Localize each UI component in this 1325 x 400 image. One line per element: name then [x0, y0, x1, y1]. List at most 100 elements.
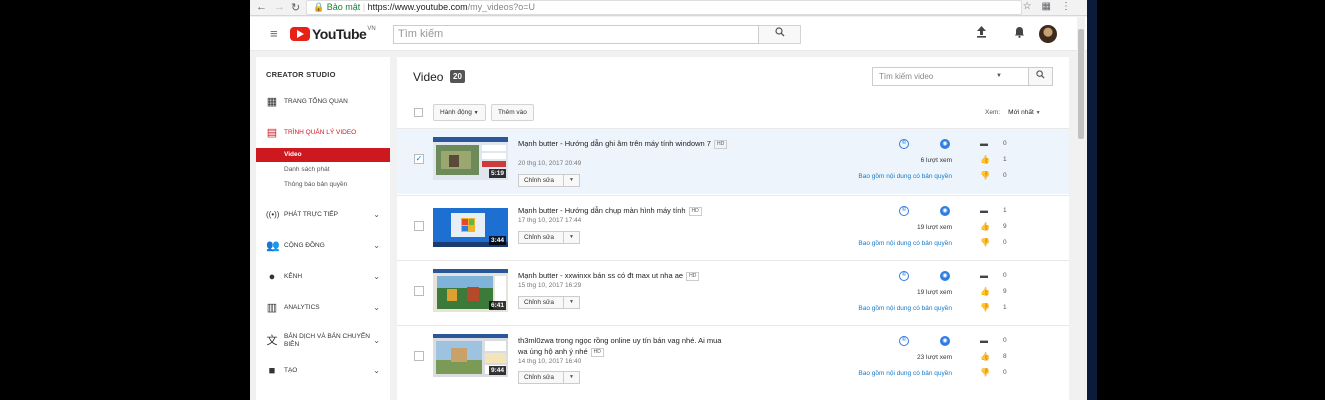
globe-icon[interactable]: ◉ [940, 336, 950, 346]
video-title-link[interactable]: th3ml0zwa trong ngọc rồng online uy tín … [518, 335, 733, 357]
avatar[interactable] [1039, 25, 1057, 43]
globe-icon[interactable]: ◉ [940, 139, 950, 149]
comments-stat: ▬ 0 [980, 139, 1040, 149]
search-button[interactable] [759, 25, 801, 44]
page-scrollbar[interactable] [1077, 17, 1085, 400]
video-title-link[interactable]: Mạnh butter - Hướng dẫn chụp màn hình má… [518, 205, 733, 216]
video-count-badge: 20 [450, 70, 465, 83]
sidebar-item-community[interactable]: 👥 CỘNG ĐỒNG ⌄ [256, 240, 390, 256]
row-checkbox[interactable] [414, 286, 424, 296]
video-thumbnail[interactable]: 6:41 [433, 269, 508, 312]
table-row[interactable]: ✓ 5:19 Mạnh butter - Hướng dẫn ghi âm tr… [397, 128, 1069, 194]
reload-icon[interactable]: ↻ [291, 1, 300, 14]
edit-label: Chỉnh sửa [524, 299, 555, 306]
edit-label: Chỉnh sửa [524, 374, 555, 381]
sidebar-item-analytics[interactable]: ▥ ANALYTICS ⌄ [256, 302, 390, 318]
actions-dropdown[interactable]: Hành động ▼ [433, 104, 486, 121]
add-to-button[interactable]: Thêm vào [491, 104, 534, 121]
caret-down-icon[interactable]: ▼ [563, 297, 579, 308]
address-bar[interactable]: 🔒 Bảo mật | https://www.youtube.com/my_v… [306, 0, 1022, 15]
comment-icon: ▬ [980, 271, 988, 280]
copyright-claim-link[interactable]: Bao gồm nội dung có bản quyền [858, 173, 952, 180]
browser-action-icons[interactable]: ☆▦⋮ [1023, 1, 1081, 12]
video-thumbnail[interactable]: 9:44 [433, 334, 508, 377]
region-label: VN [367, 26, 376, 32]
actions-label: Hành động [440, 109, 472, 116]
caret-down-icon[interactable]: ▼ [563, 232, 579, 243]
video-title-link[interactable]: Mạnh butter - Hướng dẫn ghi âm trên máy … [518, 138, 733, 149]
monetization-icon[interactable]: © [899, 271, 909, 281]
video-thumbnail[interactable]: 5:19 [433, 137, 508, 180]
sidebar-subitem-copyright-notices[interactable]: Thông báo bản quyền [256, 178, 390, 192]
sidebar-item-dashboard[interactable]: ▦ TRANG TỔNG QUAN [256, 96, 390, 112]
copyright-claim-link[interactable]: Bao gồm nội dung có bản quyền [858, 240, 952, 247]
table-row[interactable]: 9:44 th3ml0zwa trong ngọc rồng online uy… [397, 325, 1069, 400]
caret-down-icon[interactable]: ▼ [996, 68, 1002, 85]
translate-icon: 文 [266, 335, 278, 347]
dislikes-stat: 👎 0 [980, 368, 1040, 378]
row-checkbox[interactable]: ✓ [414, 154, 424, 164]
copyright-claim-link[interactable]: Bao gồm nội dung có bản quyền [858, 370, 952, 377]
video-date: 17 thg 10, 2017 17:44 [518, 217, 582, 224]
edit-dropdown[interactable]: Chỉnh sửa ▼ [518, 296, 580, 309]
select-all-checkbox[interactable] [414, 108, 423, 117]
scrollbar-thumb[interactable] [1078, 29, 1084, 139]
back-icon[interactable]: ← [256, 1, 267, 13]
sidebar-item-translations[interactable]: 文 BẢN DỊCH VÀ BẢN CHUYỂN BIÊN ⌄ [256, 332, 390, 352]
edit-dropdown[interactable]: Chỉnh sửa ▼ [518, 174, 580, 187]
sidebar-item-create[interactable]: ■ TẠO ⌄ [256, 365, 390, 381]
monetization-icon[interactable]: © [899, 206, 909, 216]
chevron-down-icon: ⌄ [373, 366, 380, 375]
edit-dropdown[interactable]: Chỉnh sửa ▼ [518, 371, 580, 384]
search-input[interactable]: Tìm kiếm [393, 25, 759, 44]
video-date: 14 thg 10, 2017 16:40 [518, 358, 582, 365]
browser-toolbar: ← → ↻ 🔒 Bảo mật | https://www.youtube.co… [250, 0, 1087, 16]
youtube-logo[interactable]: YouTube VN [290, 26, 376, 42]
upload-icon[interactable] [976, 26, 987, 41]
row-checkbox[interactable] [414, 351, 424, 361]
page-title: Video [413, 70, 444, 84]
table-row[interactable]: 6:41 Mạnh butter - xxwinxx bán ss có đt … [397, 260, 1069, 326]
globe-icon[interactable]: ◉ [940, 271, 950, 281]
sidebar-item-live-streaming[interactable]: ((•)) PHÁT TRỰC TIẾP ⌄ [256, 209, 390, 225]
monetization-icon[interactable]: © [899, 336, 909, 346]
likes-stat: 👍 8 [980, 352, 1040, 362]
video-search-button[interactable] [1029, 67, 1053, 86]
desktop-background [1087, 0, 1325, 400]
thumbs-down-icon: 👎 [980, 303, 990, 312]
menu-icon[interactable]: ≡ [270, 26, 278, 41]
video-title-link[interactable]: Mạnh butter - xxwinxx bán ss có đt max u… [518, 270, 733, 281]
sidebar-subitem-playlists[interactable]: Danh sách phát [256, 163, 390, 177]
sidebar-subitem-videos[interactable]: Video [256, 148, 390, 162]
row-checkbox[interactable] [414, 221, 424, 231]
chevron-down-icon: ⌄ [373, 241, 380, 250]
caret-down-icon: ▼ [1035, 110, 1041, 116]
sidebar-item-channel[interactable]: ● KÊNH ⌄ [256, 271, 390, 287]
sidebar-item-label: TRANG TỔNG QUAN [284, 98, 348, 105]
view-count: 19 lượt xem [917, 289, 952, 296]
table-row[interactable]: 3:44 Mạnh butter - Hướng dẫn chụp màn hì… [397, 195, 1069, 261]
dashboard-icon: ▦ [266, 96, 278, 108]
sidebar-item-label: KÊNH [284, 273, 303, 280]
caret-down-icon: ▼ [473, 110, 479, 116]
caret-down-icon[interactable]: ▼ [563, 372, 579, 383]
caret-down-icon[interactable]: ▼ [563, 175, 579, 186]
video-thumbnail[interactable]: 3:44 [433, 204, 508, 247]
thumbs-down-icon: 👎 [980, 368, 990, 377]
edit-dropdown[interactable]: Chỉnh sửa ▼ [518, 231, 580, 244]
like-count: 9 [1003, 223, 1007, 230]
monetization-icon[interactable]: © [899, 139, 909, 149]
globe-icon[interactable]: ◉ [940, 206, 950, 216]
thumbs-up-icon: 👍 [980, 287, 990, 296]
video-duration: 3:44 [488, 236, 506, 245]
video-manager-panel: Video 20 Tìm kiếm video ▼ Hành động ▼ Th… [397, 57, 1069, 400]
forward-icon[interactable]: → [274, 1, 285, 13]
notifications-icon[interactable] [1014, 26, 1025, 41]
sort-control[interactable]: Xem: Mới nhất ▼ [985, 109, 1041, 116]
video-search-input[interactable]: Tìm kiếm video ▼ [872, 67, 1029, 86]
copyright-claim-link[interactable]: Bao gồm nội dung có bản quyền [858, 305, 952, 312]
sidebar-item-label: BẢN DỊCH VÀ BẢN CHUYỂN BIÊN [284, 333, 370, 348]
sort-value: Mới nhất [1008, 109, 1034, 116]
video-duration: 6:41 [488, 301, 506, 310]
sidebar-item-video-manager[interactable]: ▤ TRÌNH QUẢN LÝ VIDEO [256, 127, 390, 143]
